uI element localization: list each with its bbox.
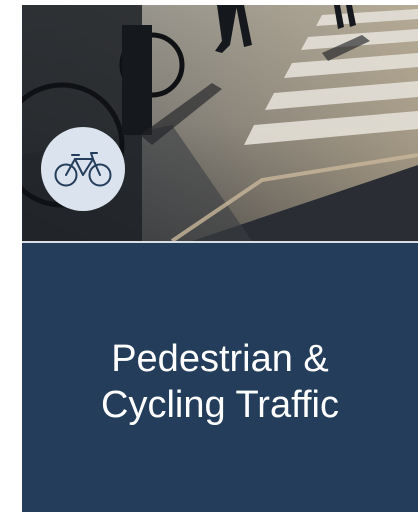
card-title: Pedestrian & Cycling Traffic bbox=[22, 336, 418, 428]
card-title-line-2: Cycling Traffic bbox=[101, 384, 339, 426]
card-title-panel: Pedestrian & Cycling Traffic bbox=[22, 243, 418, 512]
bicycle-icon bbox=[54, 152, 112, 187]
category-card[interactable]: Pedestrian & Cycling Traffic bbox=[22, 5, 418, 512]
card-title-line-1: Pedestrian & bbox=[111, 338, 329, 380]
bicycle-icon-badge bbox=[41, 127, 125, 211]
